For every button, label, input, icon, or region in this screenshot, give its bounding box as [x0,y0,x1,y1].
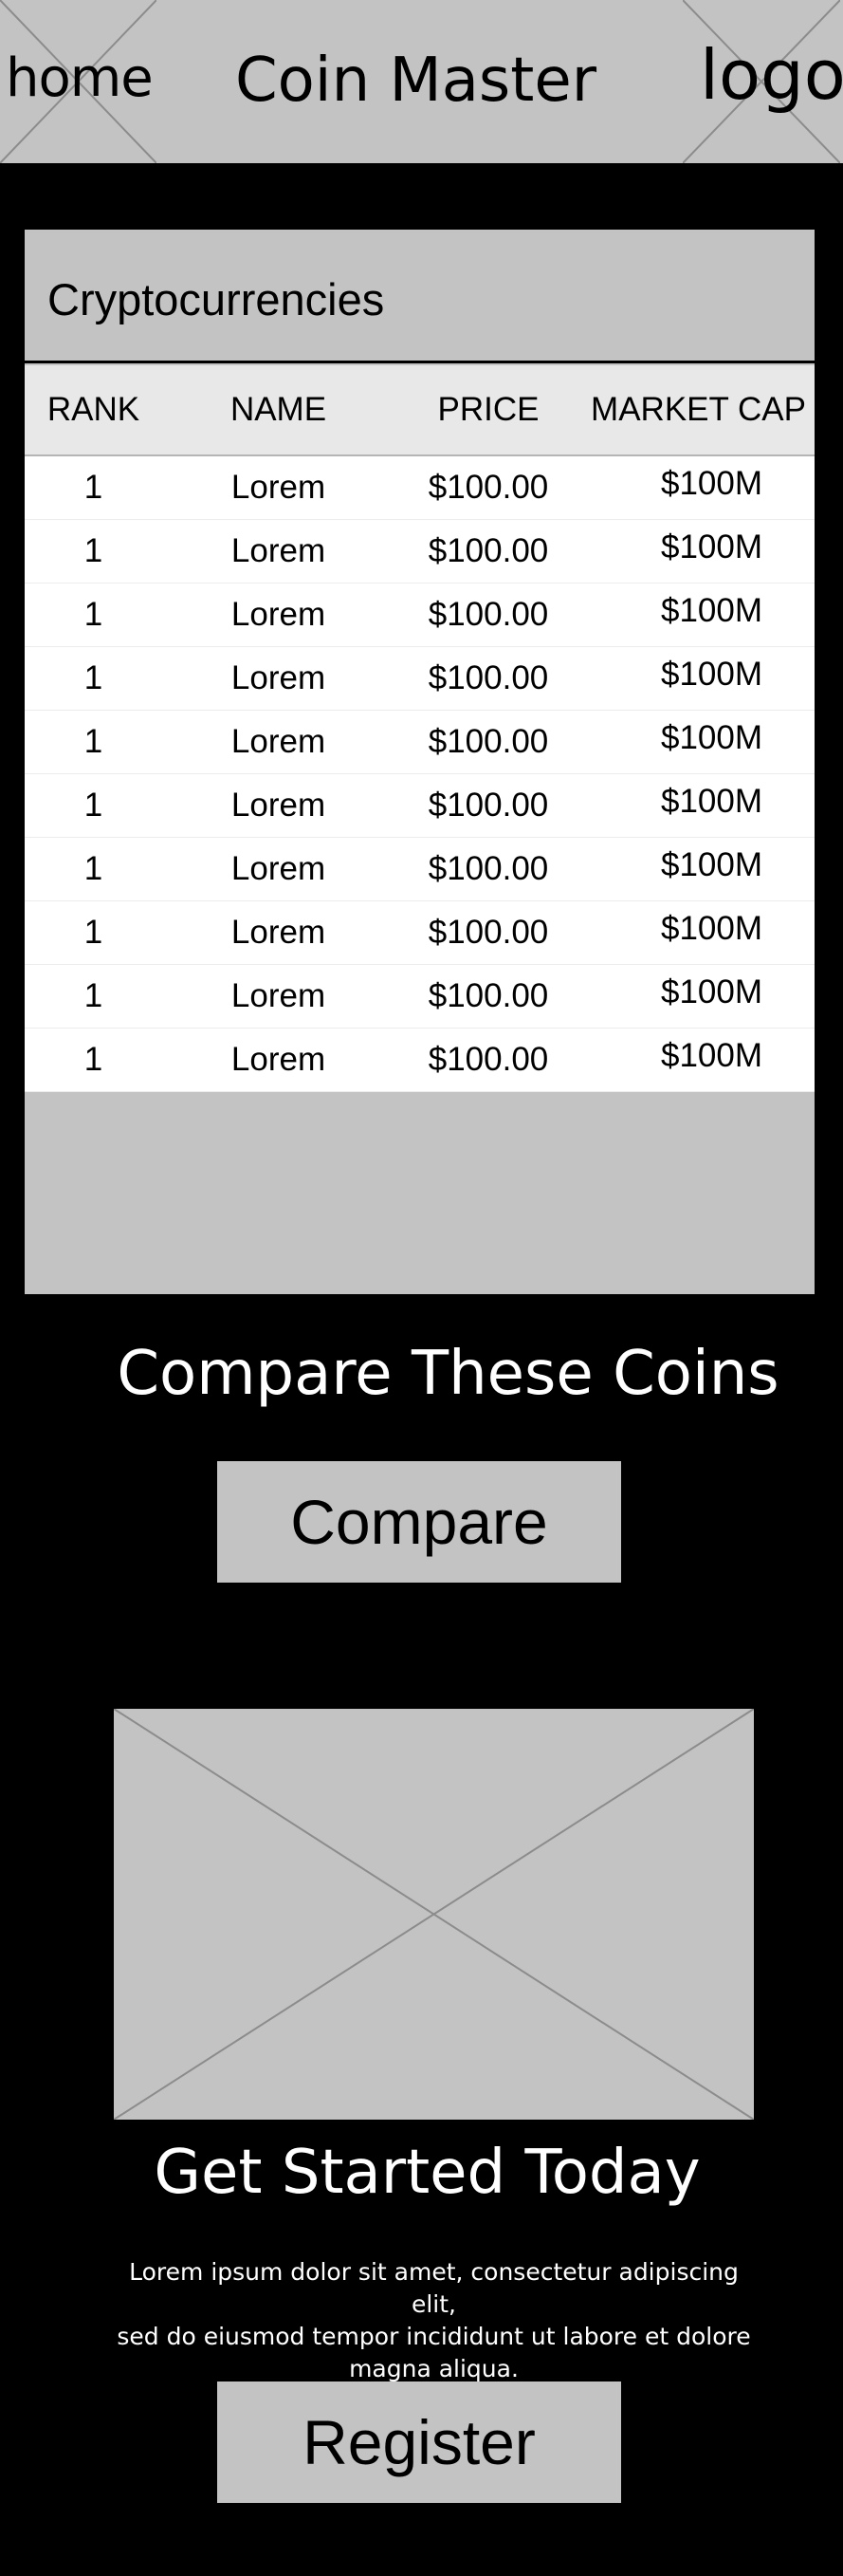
cell-price: $100.00 [428,596,549,633]
cell-rank: 1 [83,659,103,696]
cell-name: Lorem [230,469,326,506]
table-row[interactable]: 1 Lorem $100.00 $100M [25,711,815,774]
cell-market-cap: $100M [660,656,763,693]
cell-market-cap: $100M [660,910,763,947]
cell-name: Lorem [230,914,326,951]
cell-name: Lorem [230,596,326,633]
cell-name: Lorem [230,659,326,696]
cell-name: Lorem [230,977,326,1014]
cell-rank: 1 [83,977,103,1014]
cell-rank: 1 [83,532,103,569]
cell-price: $100.00 [428,977,549,1014]
cell-market-cap: $100M [660,528,763,565]
panel-title: Cryptocurrencies [47,274,385,324]
cell-price: $100.00 [428,532,549,569]
get-started-heading: Get Started Today [0,2135,843,2211]
table-row[interactable]: 1 Lorem $100.00 $100M [25,965,815,1029]
register-button[interactable]: Register [217,2381,621,2503]
compare-button[interactable]: Compare [217,1461,621,1583]
cell-market-cap: $100M [660,465,763,502]
cryptocurrencies-panel: Cryptocurrencies RANK NAME PRICE MARKET … [25,230,815,1294]
cell-rank: 1 [83,1041,103,1078]
table-body: 1 Lorem $100.00 $100M 1 Lorem $100.00 $1… [25,456,815,1092]
cell-rank: 1 [83,850,103,887]
table-row[interactable]: 1 Lorem $100.00 $100M [25,647,815,711]
get-started-body-line: sed do eiusmod tempor incididunt ut labo… [117,2323,751,2350]
table-row[interactable]: 1 Lorem $100.00 $100M [25,901,815,965]
cell-rank: 1 [83,596,103,633]
column-header-market-cap[interactable]: MARKET CAP [582,391,815,429]
cell-market-cap: $100M [660,846,763,883]
site-title-text: Coin Master [234,46,597,116]
cell-name: Lorem [230,1041,326,1078]
compare-heading-text: Compare These Coins [117,1339,779,1409]
cell-price: $100.00 [428,850,549,887]
placeholder-x-icon [114,1709,754,2120]
cell-name: Lorem [230,532,326,569]
cell-name: Lorem [230,787,326,824]
cell-rank: 1 [83,914,103,951]
crypto-table: RANK NAME PRICE MARKET CAP 1 Lorem $100.… [25,365,815,1092]
cell-market-cap: $100M [660,1037,763,1074]
column-header-name[interactable]: NAME [162,391,394,429]
cell-name: Lorem [230,850,326,887]
cell-price: $100.00 [428,723,549,760]
get-started-body-line: Lorem ipsum dolor sit amet, consectetur … [129,2258,739,2318]
cell-price: $100.00 [428,659,549,696]
cell-price: $100.00 [428,787,549,824]
panel-divider [25,361,815,363]
logo[interactable]: logo [700,34,843,116]
table-header: RANK NAME PRICE MARKET CAP [25,365,815,456]
cell-price: $100.00 [428,469,549,506]
get-started-body: Lorem ipsum dolor sit amet, consectetur … [114,2256,754,2385]
table-row[interactable]: 1 Lorem $100.00 $100M [25,1029,815,1092]
table-row[interactable]: 1 Lorem $100.00 $100M [25,456,815,520]
get-started-body-line: magna aliqua. [349,2355,519,2382]
column-header-price[interactable]: PRICE [394,391,582,429]
get-started-heading-text: Get Started Today [154,2138,701,2208]
hero-image-placeholder [114,1709,754,2120]
table-row[interactable]: 1 Lorem $100.00 $100M [25,774,815,838]
table-row[interactable]: 1 Lorem $100.00 $100M [25,520,815,584]
cell-price: $100.00 [428,914,549,951]
cell-market-cap: $100M [660,973,763,1010]
cell-rank: 1 [83,469,103,506]
cell-name: Lorem [230,723,326,760]
table-row[interactable]: 1 Lorem $100.00 $100M [25,838,815,901]
cell-market-cap: $100M [660,592,763,629]
table-row[interactable]: 1 Lorem $100.00 $100M [25,584,815,647]
column-header-rank[interactable]: RANK [25,391,162,429]
site-header: home Coin Master logo [0,0,843,163]
cell-price: $100.00 [428,1041,549,1078]
cell-market-cap: $100M [660,719,763,756]
cell-rank: 1 [83,787,103,824]
compare-heading: Compare These Coins [0,1336,843,1412]
cell-rank: 1 [83,723,103,760]
cell-market-cap: $100M [660,783,763,820]
